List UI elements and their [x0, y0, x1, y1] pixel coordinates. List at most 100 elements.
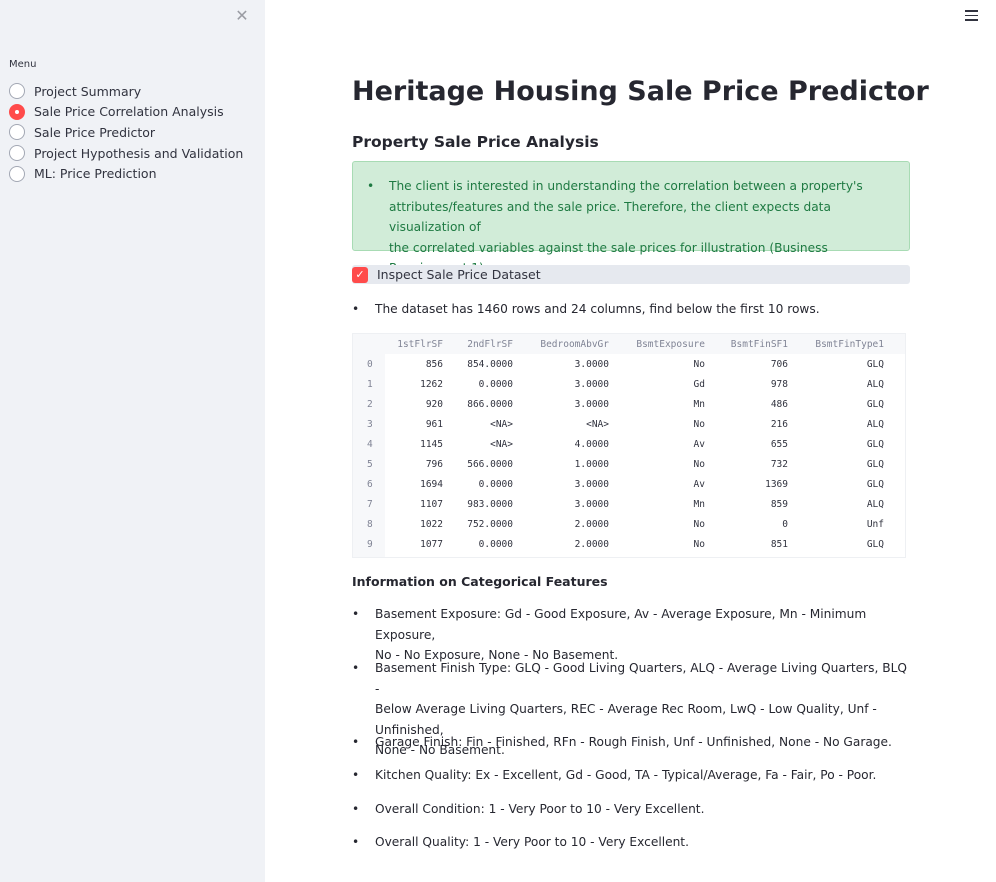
table-cell[interactable]: 1369	[713, 479, 788, 490]
menu-item-label: Project Summary	[34, 83, 142, 99]
table-cell[interactable]: GLQ	[794, 439, 884, 450]
table-cell[interactable]: GLQ	[794, 359, 884, 370]
table-cell[interactable]: ALQ	[794, 419, 884, 430]
table-row-index: 7	[367, 499, 373, 510]
table-cell[interactable]: 983.0000	[443, 499, 513, 510]
table-cell[interactable]: 854.0000	[443, 359, 513, 370]
table-cell[interactable]: GLQ	[794, 399, 884, 410]
info-line: attributes/features and the sale price. …	[389, 199, 831, 235]
table-cell[interactable]: 1145	[373, 439, 443, 450]
table-column-header[interactable]: BsmtFinType1	[794, 339, 884, 350]
table-row-index: 1	[367, 379, 373, 390]
table-cell[interactable]: 961	[373, 419, 443, 430]
table-cell[interactable]: 2.0000	[519, 539, 609, 550]
table-cell[interactable]: 1077	[373, 539, 443, 550]
table-cell[interactable]: <NA>	[443, 439, 513, 450]
info-box: The client is interested in understandin…	[352, 161, 910, 275]
inspect-dataset-checkbox[interactable]: ✓ Inspect Sale Price Dataset	[352, 265, 910, 284]
dataframe-table[interactable]: 1stFlrSF 2ndFlrSF BedroomAbvGr BsmtExposure…	[352, 333, 906, 558]
table-cell[interactable]: 0.0000	[443, 479, 513, 490]
table-cell[interactable]: 978	[713, 379, 788, 390]
radio-icon[interactable]	[9, 124, 25, 141]
table-column-header[interactable]: 2ndFlrSF	[443, 339, 513, 350]
table-cell[interactable]: Av	[615, 479, 705, 490]
table-cell[interactable]: 3.0000	[519, 479, 609, 490]
table-column-header[interactable]: BsmtFinSF1	[713, 339, 788, 350]
table-cell[interactable]: GLQ	[794, 539, 884, 550]
table-cell[interactable]: 1262	[373, 379, 443, 390]
table-cell[interactable]: Mn	[615, 499, 705, 510]
info-line: The client is interested in understandin…	[389, 179, 863, 193]
table-cell[interactable]: 0	[713, 519, 788, 530]
table-column-header[interactable]: BsmtExposure	[615, 339, 705, 350]
table-cell[interactable]: 1022	[373, 519, 443, 530]
hamburger-line	[965, 19, 978, 21]
table-column-header[interactable]: BedroomAbvGr	[519, 339, 609, 350]
table-cell[interactable]: No	[615, 519, 705, 530]
categorical-item: Overall Condition: 1 - Very Poor to 10 -…	[352, 799, 910, 820]
hamburger-menu-icon[interactable]	[965, 10, 978, 22]
menu-item-label: Project Hypothesis and Validation	[34, 145, 244, 161]
menu-item-sale-price-predictor[interactable]: Sale Price Predictor	[9, 122, 243, 143]
info-list: The client is interested in understandin…	[367, 176, 895, 279]
table-cell[interactable]: 3.0000	[519, 399, 609, 410]
table-cell[interactable]: 752.0000	[443, 519, 513, 530]
table-cell[interactable]: No	[615, 419, 705, 430]
table-cell[interactable]: ALQ	[794, 379, 884, 390]
table-cell[interactable]: No	[615, 539, 705, 550]
table-row-index: 4	[367, 439, 373, 450]
table-cell[interactable]: No	[615, 359, 705, 370]
table-cell[interactable]: 859	[713, 499, 788, 510]
menu-item-ml-price-prediction[interactable]: ML: Price Prediction	[9, 163, 243, 184]
categorical-heading: Information on Categorical Features	[352, 574, 608, 589]
table-cell[interactable]: ALQ	[794, 499, 884, 510]
table-cell[interactable]: 706	[713, 359, 788, 370]
table-cell[interactable]: 920	[373, 399, 443, 410]
table-cell[interactable]: 856	[373, 359, 443, 370]
table-cell[interactable]: 732	[713, 459, 788, 470]
hamburger-line	[965, 14, 978, 16]
table-cell[interactable]: 3.0000	[519, 499, 609, 510]
categorical-item-line: Garage Finish: Fin - Finished, RFn - Rou…	[375, 735, 892, 749]
table-cell[interactable]: 0.0000	[443, 539, 513, 550]
table-cell[interactable]: Unf	[794, 519, 884, 530]
table-cell[interactable]: Mn	[615, 399, 705, 410]
menu-item-project-summary[interactable]: Project Summary	[9, 81, 243, 102]
table-cell[interactable]: 796	[373, 459, 443, 470]
categorical-item-line: Basement Finish Type: GLQ - Good Living …	[375, 661, 908, 696]
table-cell[interactable]: 866.0000	[443, 399, 513, 410]
table-cell[interactable]: Av	[615, 439, 705, 450]
radio-icon[interactable]	[9, 145, 25, 162]
checkbox-checked-icon[interactable]: ✓	[352, 266, 368, 283]
categorical-item-line: Overall Condition: 1 - Very Poor to 10 -…	[375, 802, 705, 816]
table-row-index: 8	[367, 519, 373, 530]
radio-selected-icon[interactable]	[9, 103, 25, 120]
table-cell[interactable]: 2.0000	[519, 519, 609, 530]
table-column-header[interactable]: 1stFlrSF	[373, 339, 443, 350]
table-cell[interactable]: GLQ	[794, 459, 884, 470]
table-cell[interactable]: 216	[713, 419, 788, 430]
radio-icon[interactable]	[9, 83, 25, 100]
table-cell[interactable]: 566.0000	[443, 459, 513, 470]
table-cell[interactable]: Gd	[615, 379, 705, 390]
menu-item-project-hypothesis-and-validation[interactable]: Project Hypothesis and Validation	[9, 143, 243, 164]
table-cell[interactable]: 4.0000	[519, 439, 609, 450]
radio-icon[interactable]	[9, 165, 25, 182]
menu-item-label: ML: Price Prediction	[34, 166, 157, 182]
table-cell[interactable]: GLQ	[794, 479, 884, 490]
menu-item-sale-price-correlation-analysis[interactable]: Sale Price Correlation Analysis	[9, 102, 243, 123]
table-cell[interactable]: 851	[713, 539, 788, 550]
table-cell[interactable]: 0.0000	[443, 379, 513, 390]
table-cell[interactable]: <NA>	[519, 419, 609, 430]
table-cell[interactable]: 486	[713, 399, 788, 410]
table-cell[interactable]: 3.0000	[519, 359, 609, 370]
table-cell[interactable]: 655	[713, 439, 788, 450]
table-cell[interactable]: 1.0000	[519, 459, 609, 470]
table-cell[interactable]: 3.0000	[519, 379, 609, 390]
close-icon[interactable]: ✕	[232, 6, 252, 26]
table-cell[interactable]: <NA>	[443, 419, 513, 430]
table-cell[interactable]: 1107	[373, 499, 443, 510]
table-cell[interactable]: No	[615, 459, 705, 470]
categorical-item: Kitchen Quality: Ex - Excellent, Gd - Go…	[352, 765, 910, 786]
table-cell[interactable]: 1694	[373, 479, 443, 490]
